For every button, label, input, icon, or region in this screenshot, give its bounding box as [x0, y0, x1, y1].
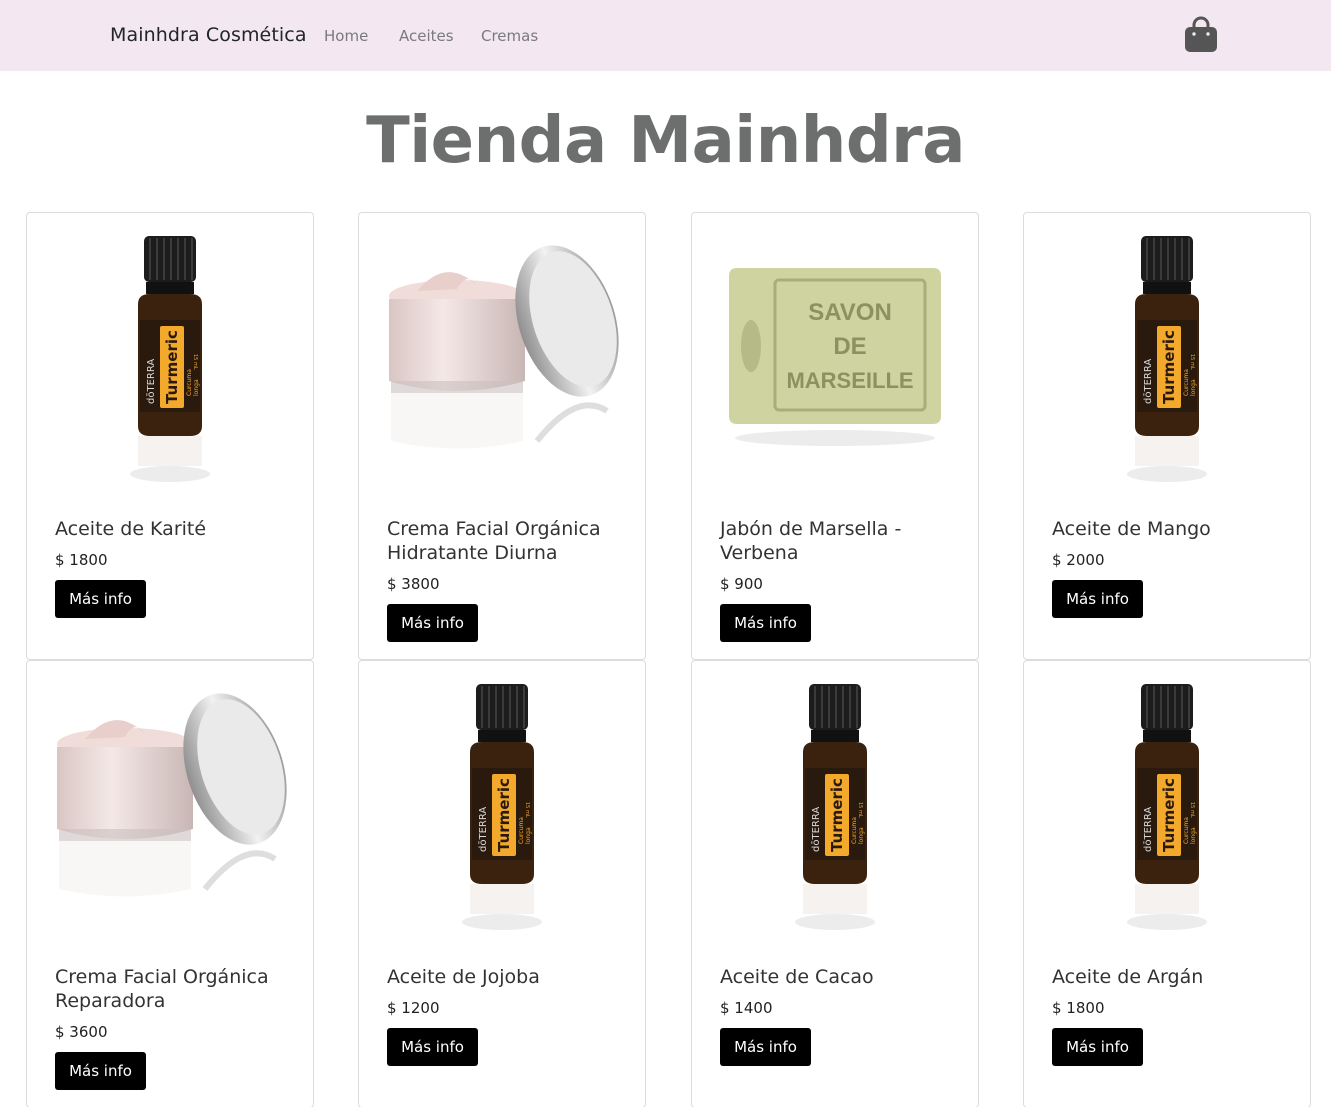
product-card: dōTERRA Turmeric Curcuma longa 15 mL Ace…	[1023, 660, 1311, 1107]
product-name: Aceite de Karité	[55, 518, 207, 540]
shopping-bag-icon[interactable]	[1183, 15, 1219, 53]
mas-info-button[interactable]: Más info	[55, 1052, 146, 1090]
product-image: dōTERRA Turmeric Curcuma longa 15 mL	[1024, 661, 1310, 947]
mas-info-button[interactable]: Más info	[720, 604, 811, 642]
mas-info-button[interactable]: Más info	[1052, 580, 1143, 618]
svg-text:dōTERRA: dōTERRA	[811, 807, 822, 852]
svg-text:Turmeric: Turmeric	[828, 778, 846, 852]
page-title: Tienda Mainhdra	[366, 104, 965, 178]
svg-text:15 mL: 15 mL	[192, 354, 198, 370]
product-card: dōTERRA Turmeric Curcuma longa 15 mL Ace…	[691, 660, 979, 1107]
product-name: Crema Facial Orgánica Hidratante Diurna	[387, 518, 601, 564]
product-price: $ 3600	[55, 1023, 108, 1041]
product-price: $ 3800	[387, 575, 440, 593]
product-price: $ 1800	[55, 551, 108, 569]
svg-text:SAVON: SAVON	[808, 299, 892, 326]
svg-text:DE: DE	[833, 333, 866, 360]
svg-text:Curcuma: Curcuma	[518, 817, 525, 844]
product-image: dōTERRA Turmeric Curcuma longa 15 mL	[1024, 213, 1310, 499]
product-name: Aceite de Argán	[1052, 966, 1204, 988]
cream-jar-image	[57, 693, 287, 897]
product-image	[27, 661, 313, 947]
svg-text:MARSEILLE: MARSEILLE	[786, 368, 913, 393]
product-image: dōTERRA Turmeric Curcuma longa 15 mL	[27, 213, 313, 499]
product-card: Crema Facial Orgánica Hidratante Diurna $…	[358, 212, 646, 660]
product-card: dōTERRA Turmeric Curcuma longa 15 mL Ace…	[358, 660, 646, 1107]
product-name: Aceite de Jojoba	[387, 966, 540, 988]
mas-info-button[interactable]: Más info	[55, 580, 146, 618]
product-card: SAVON DE MARSEILLE Jabón de Marsella - V…	[691, 212, 979, 660]
product-image: SAVON DE MARSEILLE	[692, 213, 978, 499]
product-image: dōTERRA Turmeric Curcuma longa 15 mL	[359, 661, 645, 947]
nav-link-cremas[interactable]: Cremas	[481, 27, 538, 45]
product-card: Crema Facial Orgánica Reparadora $ 3600 Má…	[26, 660, 314, 1107]
mas-info-button[interactable]: Más info	[720, 1028, 811, 1066]
svg-text:dōTERRA: dōTERRA	[1143, 359, 1154, 404]
svg-text:Turmeric: Turmeric	[495, 778, 513, 852]
mas-info-button[interactable]: Más info	[387, 604, 478, 642]
product-name: Crema Facial Orgánica Reparadora	[55, 966, 269, 1012]
svg-text:Curcuma: Curcuma	[186, 369, 193, 396]
cream-jar-image	[389, 245, 619, 449]
svg-text:longa: longa	[858, 827, 865, 844]
svg-text:15 mL: 15 mL	[857, 802, 863, 818]
svg-text:15 mL: 15 mL	[524, 802, 530, 818]
svg-text:dōTERRA: dōTERRA	[146, 359, 157, 404]
svg-text:Curcuma: Curcuma	[851, 817, 858, 844]
product-name: Jabón de Marsella - Verbena	[720, 518, 902, 564]
svg-text:Turmeric: Turmeric	[1160, 778, 1178, 852]
mas-info-button[interactable]: Más info	[1052, 1028, 1143, 1066]
product-card: dōTERRA Turmeric Curcuma longa 15 mL Ace…	[1023, 212, 1311, 660]
product-name: Aceite de Mango	[1052, 518, 1211, 540]
mas-info-button[interactable]: Más info	[387, 1028, 478, 1066]
product-price: $ 2000	[1052, 551, 1105, 569]
svg-text:Turmeric: Turmeric	[163, 330, 181, 404]
svg-text:longa: longa	[1190, 379, 1197, 396]
svg-text:Turmeric: Turmeric	[1160, 330, 1178, 404]
svg-text:Curcuma: Curcuma	[1183, 817, 1190, 844]
svg-text:15 mL: 15 mL	[1189, 802, 1195, 818]
oil-bottle-image: dōTERRA Turmeric Curcuma longa 15 mL	[462, 684, 542, 930]
product-image: dōTERRA Turmeric Curcuma longa 15 mL	[692, 661, 978, 947]
brand-link[interactable]: Mainhdra Cosmética	[110, 24, 307, 46]
product-price: $ 1200	[387, 999, 440, 1017]
svg-text:dōTERRA: dōTERRA	[478, 807, 489, 852]
svg-text:longa: longa	[193, 379, 200, 396]
svg-text:Curcuma: Curcuma	[1183, 369, 1190, 396]
nav-link-home[interactable]: Home	[324, 27, 368, 45]
oil-bottle-image: dōTERRA Turmeric Curcuma longa 15 mL	[795, 684, 875, 930]
svg-text:15 mL: 15 mL	[1189, 354, 1195, 370]
svg-text:longa: longa	[525, 827, 532, 844]
product-card: dōTERRA Turmeric Curcuma longa 15 mL Ace…	[26, 212, 314, 660]
oil-bottle-image: dōTERRA Turmeric Curcuma longa 15 mL	[1127, 684, 1207, 930]
product-price: $ 1400	[720, 999, 773, 1017]
soap-bar-image: SAVON DE MARSEILLE	[729, 268, 941, 446]
svg-text:dōTERRA: dōTERRA	[1143, 807, 1154, 852]
oil-bottle-image: dōTERRA Turmeric Curcuma longa 15 mL	[130, 236, 210, 482]
svg-text:longa: longa	[1190, 827, 1197, 844]
navbar: Mainhdra Cosmética Home Aceites Cremas	[0, 0, 1331, 71]
oil-bottle-image: dōTERRA Turmeric Curcuma longa 15 mL	[1127, 236, 1207, 482]
product-price: $ 1800	[1052, 999, 1105, 1017]
product-name: Aceite de Cacao	[720, 966, 874, 988]
nav-link-aceites[interactable]: Aceites	[399, 27, 454, 45]
product-image	[359, 213, 645, 499]
product-price: $ 900	[720, 575, 763, 593]
